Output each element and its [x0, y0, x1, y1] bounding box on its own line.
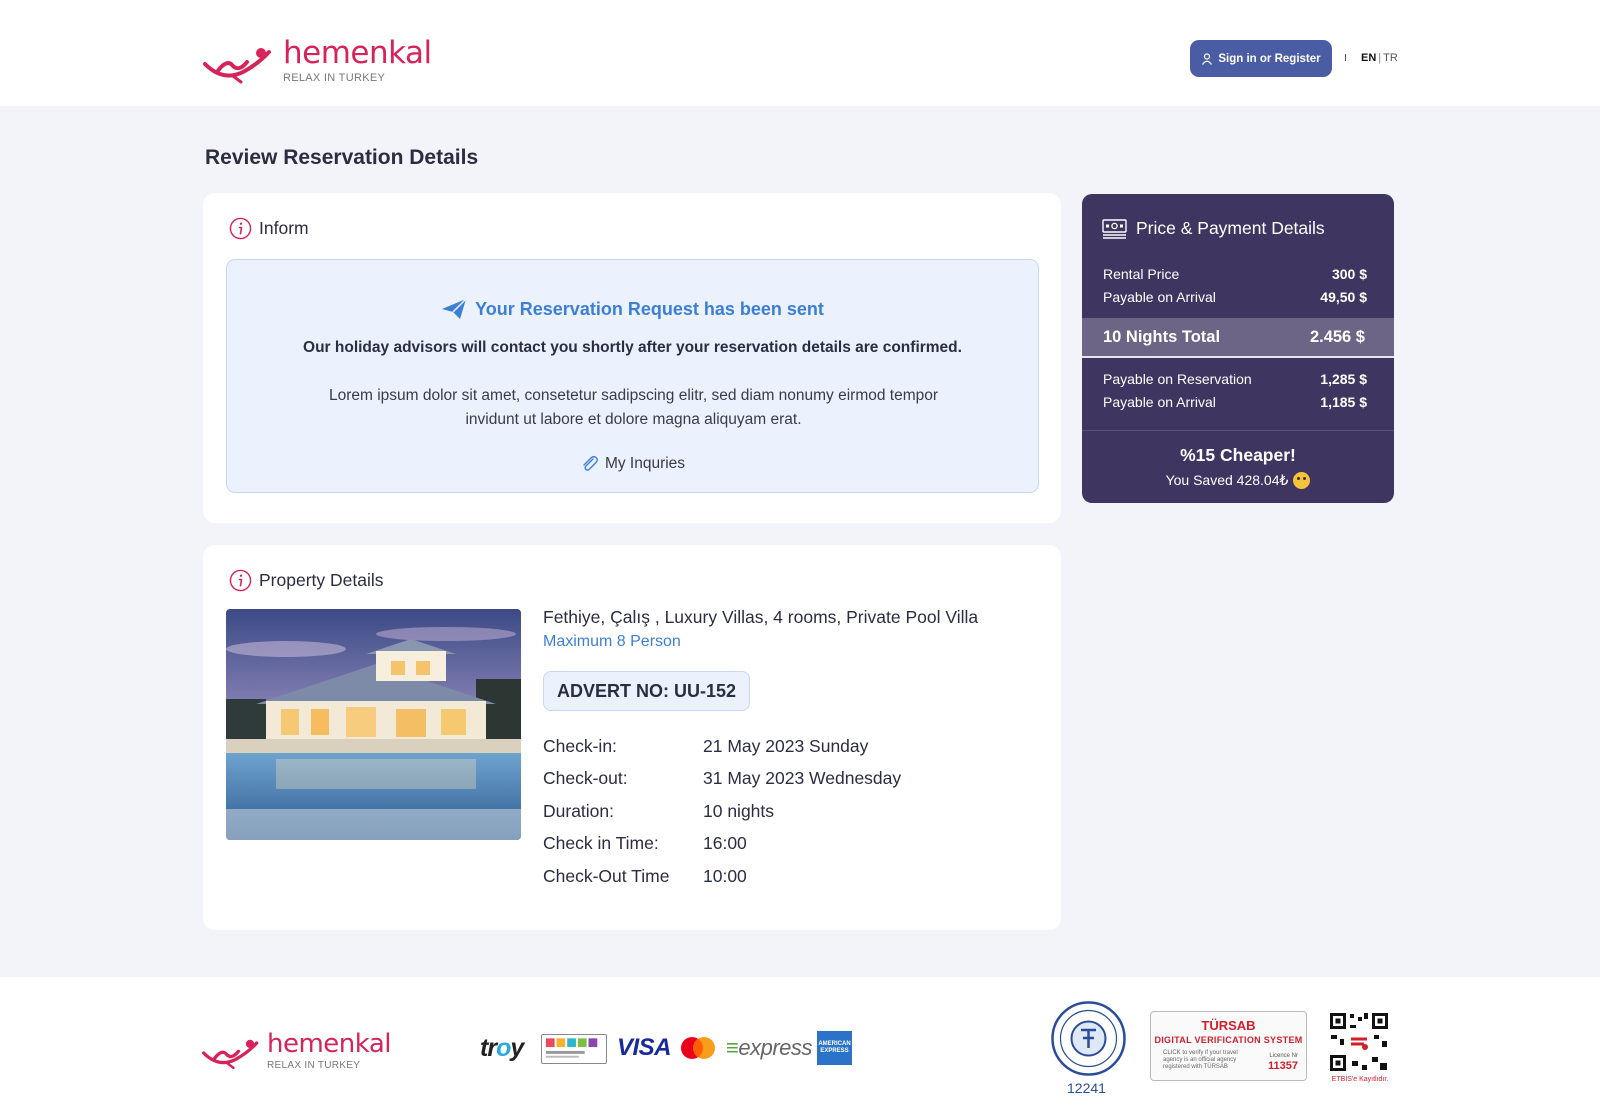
my-inquiries-label: My Inquries [604, 455, 686, 472]
tursab-verification-badge[interactable]: TÜRSAB DIGITAL VERIFICATION SYSTEM CLICK… [1150, 1011, 1307, 1081]
tursab-licence-label: Licence Nr [1269, 1053, 1298, 1059]
logo[interactable]: hemenkal RELAX IN TURKEY [203, 38, 432, 86]
price-panel: Price & Payment Details Rental Price 300 … [1082, 194, 1394, 503]
tso-seal-icon [1051, 1001, 1126, 1076]
detail-value: 16:00 [703, 833, 747, 854]
detail-row: Check-Out Time 10:00 [543, 860, 901, 893]
sign-in-button[interactable]: Sign in or Register [1190, 40, 1332, 77]
price-value: 300 $ [1331, 266, 1367, 282]
detail-row: Duration: 10 nights [543, 795, 901, 828]
detail-row: Check in Time: 16:00 [543, 828, 901, 861]
my-inquiries-link[interactable]: My Inquries [227, 454, 1038, 474]
info-icon [229, 217, 252, 240]
paperclip-icon [583, 455, 598, 471]
price-label: Payable on Arrival [1103, 394, 1216, 410]
property-name: Fethiye, Çalış , Luxury Villas, 4 rooms,… [543, 607, 979, 627]
sign-in-label: Sign in or Register [1218, 52, 1321, 65]
internet-shopping-badge-icon [541, 1034, 607, 1064]
lang-en[interactable]: EN [1361, 52, 1376, 64]
detail-value: 31 May 2023 Wednesday [703, 768, 902, 789]
info-icon [229, 569, 252, 592]
total-band: 10 Nights Total 2.456 $ [1082, 318, 1394, 358]
detail-key: Check in Time: [543, 833, 659, 854]
price-row-rental: Rental Price 300 $ [1103, 266, 1367, 282]
brand-name: hemenkal [283, 35, 432, 71]
lang-tr[interactable]: TR [1383, 52, 1398, 64]
detail-key: Check-in: [543, 735, 617, 756]
american-express-logo: AMERICAN EXPRESS [817, 1031, 852, 1065]
tso-number: 12241 [1067, 1080, 1106, 1096]
detail-key: Duration: [543, 800, 615, 821]
footer-brand-tagline: RELAX IN TURKEY [267, 1060, 361, 1071]
inform-card: Inform Your Reservation Request has been… [203, 193, 1061, 523]
confirmation-title: Your Reservation Request has been sent [227, 298, 1038, 320]
detail-value: 21 May 2023 Sunday [703, 735, 869, 756]
mastercard-logo [678, 1030, 718, 1066]
header: hemenkal RELAX IN TURKEY Sign in or Regi… [0, 0, 1600, 106]
inform-heading: Inform [229, 217, 309, 240]
detail-value: 10:00 [703, 865, 747, 886]
footer-logo[interactable]: hemenkal RELAX IN TURKEY [202, 1029, 392, 1072]
page-title: Review Reservation Details [205, 146, 479, 169]
language-switcher: EN | TR [1361, 52, 1398, 64]
footer: hemenkal RELAX IN TURKEY tr o y VISA ≡ expr… [0, 977, 1600, 1117]
detail-row: Check-out: 31 May 2023 Wednesday [543, 763, 901, 796]
property-capacity: Maximum 8 Person [543, 633, 681, 650]
confirmation-message: Our holiday advisors will contact you sh… [303, 339, 962, 356]
tursab-licence-number: 11357 [1268, 1060, 1298, 1072]
property-card: Property Details Fethiye, Çalış , Luxury… [203, 545, 1061, 930]
hammock-logo-icon [203, 48, 271, 84]
etbis-qr-code-icon[interactable] [1328, 1011, 1390, 1073]
bkm-express-logo: ≡ express [726, 1035, 812, 1060]
total-label: 10 Nights Total [1103, 327, 1221, 346]
brand-tagline: RELAX IN TURKEY [283, 72, 386, 84]
property-image[interactable] [226, 609, 521, 840]
property-heading-label: Property Details [259, 570, 384, 590]
cash-icon [1102, 219, 1127, 239]
star-eyes-emoji-icon [1293, 472, 1311, 489]
detail-key: Check-out: [543, 768, 628, 789]
price-divider [1082, 430, 1394, 431]
hammock-logo-icon [202, 1039, 259, 1070]
villa-photo [226, 609, 521, 840]
troy-logo: tr o y [480, 1033, 524, 1062]
price-row-arrival-2: Payable on Arrival 1,185 $ [1103, 394, 1367, 410]
savings-text: You Saved 428.04₺ [1082, 472, 1394, 489]
tursab-title: TÜRSAB [1201, 1018, 1256, 1033]
etbis-label: ETBİS'e Kayıtlıdır. [1331, 1076, 1389, 1083]
header-divider [1345, 54, 1346, 61]
price-value: 49,50 $ [1320, 289, 1367, 305]
price-label: Payable on Reservation [1103, 371, 1252, 387]
price-row-arrival: Payable on Arrival 49,50 $ [1103, 289, 1367, 305]
detail-row: Check-in: 21 May 2023 Sunday [543, 730, 901, 763]
price-row-reservation: Payable on Reservation 1,285 $ [1103, 371, 1367, 387]
total-value: 2.456 $ [1309, 327, 1365, 346]
inform-heading-label: Inform [259, 218, 309, 238]
tursab-desc: CLICK to verify if your travel agency is… [1163, 1050, 1238, 1070]
price-label: Rental Price [1103, 266, 1180, 282]
reservation-details: Check-in: 21 May 2023 Sunday Check-out: 31… [543, 730, 901, 893]
savings-label: You Saved 428.04₺ [1165, 472, 1289, 488]
footer-brand-name: hemenkal [267, 1029, 392, 1059]
price-heading: Price & Payment Details [1102, 218, 1325, 239]
price-value: 1,185 $ [1320, 394, 1367, 410]
user-icon [1202, 52, 1213, 65]
price-heading-label: Price & Payment Details [1136, 218, 1325, 238]
confirmation-title-text: Your Reservation Request has been sent [475, 298, 824, 319]
tursab-subtitle: DIGITAL VERIFICATION SYSTEM [1154, 1035, 1303, 1045]
confirmation-body: Lorem ipsum dolor sit amet, consetetur s… [328, 387, 939, 428]
lang-separator: | [1378, 52, 1382, 64]
detail-value: 10 nights [703, 800, 775, 821]
confirmation-box: Your Reservation Request has been sent O… [226, 259, 1039, 493]
price-value: 1,285 $ [1320, 371, 1367, 387]
price-label: Payable on Arrival [1103, 289, 1216, 305]
discount-headline: %15 Cheaper! [1180, 445, 1296, 465]
advert-number-badge: ADVERT NO: UU-152 [543, 671, 751, 711]
visa-logo: VISA [617, 1034, 672, 1061]
paper-plane-icon [442, 298, 467, 319]
property-heading: Property Details [229, 569, 384, 592]
detail-key: Check-Out Time [543, 865, 670, 886]
